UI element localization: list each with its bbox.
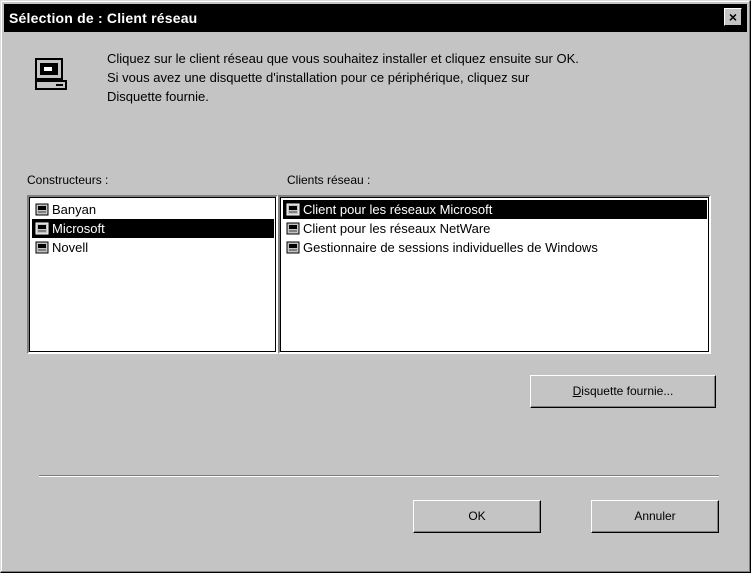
ok-button[interactable]: OK bbox=[413, 500, 541, 533]
list-item-novell[interactable]: Novell bbox=[32, 238, 92, 257]
list-item-label: Client pour les réseaux Microsoft bbox=[303, 202, 493, 217]
list-item-label: Banyan bbox=[52, 202, 97, 217]
list-item-client-microsoft[interactable]: Client pour les réseaux Microsoft bbox=[283, 200, 707, 219]
have-disk-button[interactable]: Disquette fournie... bbox=[530, 375, 716, 408]
dialog-title: Sélection de : Client réseau bbox=[9, 10, 198, 26]
network-component-icon bbox=[35, 241, 49, 254]
have-disk-label: isquette fournie... bbox=[581, 384, 674, 398]
instructions-text: Cliquez sur le client réseau que vous so… bbox=[107, 51, 579, 104]
list-item-label: Novell bbox=[52, 240, 89, 255]
network-component-icon bbox=[35, 222, 49, 235]
list-item-label: Gestionnaire de sessions individuelles d… bbox=[303, 240, 598, 255]
clients-list[interactable]: Client pour les réseaux Microsoft Client… bbox=[278, 195, 711, 354]
network-component-icon bbox=[286, 203, 300, 216]
manufacturers-list[interactable]: Banyan Microsoft Novell bbox=[27, 195, 278, 354]
list-item-label: Microsoft bbox=[52, 221, 105, 236]
list-item-label: Client pour les réseaux NetWare bbox=[303, 221, 491, 236]
cancel-button[interactable]: Annuler bbox=[591, 500, 719, 533]
list-item-windows-logon[interactable]: Gestionnaire de sessions individuelles d… bbox=[283, 238, 602, 257]
close-icon: × bbox=[728, 9, 738, 25]
list-item-client-netware[interactable]: Client pour les réseaux NetWare bbox=[283, 219, 494, 238]
list-item-microsoft[interactable]: Microsoft bbox=[32, 219, 274, 238]
network-component-icon bbox=[35, 203, 49, 216]
manufacturers-label: Constructeurs : bbox=[27, 173, 109, 187]
have-disk-accelerator: D bbox=[572, 384, 582, 398]
list-item-banyan[interactable]: Banyan bbox=[32, 200, 100, 219]
network-component-icon bbox=[286, 222, 300, 235]
cancel-label: Annuler bbox=[634, 509, 676, 523]
ok-label: OK bbox=[468, 509, 486, 523]
close-button[interactable]: × bbox=[724, 8, 742, 26]
clients-label: Clients réseau : bbox=[287, 173, 371, 187]
network-client-icon bbox=[35, 58, 67, 90]
separator bbox=[39, 475, 719, 477]
network-component-icon bbox=[286, 241, 300, 254]
title-bar[interactable]: Sélection de : Client réseau × bbox=[4, 4, 747, 32]
select-network-client-dialog: Sélection de : Client réseau × Cliquez s… bbox=[0, 0, 751, 573]
